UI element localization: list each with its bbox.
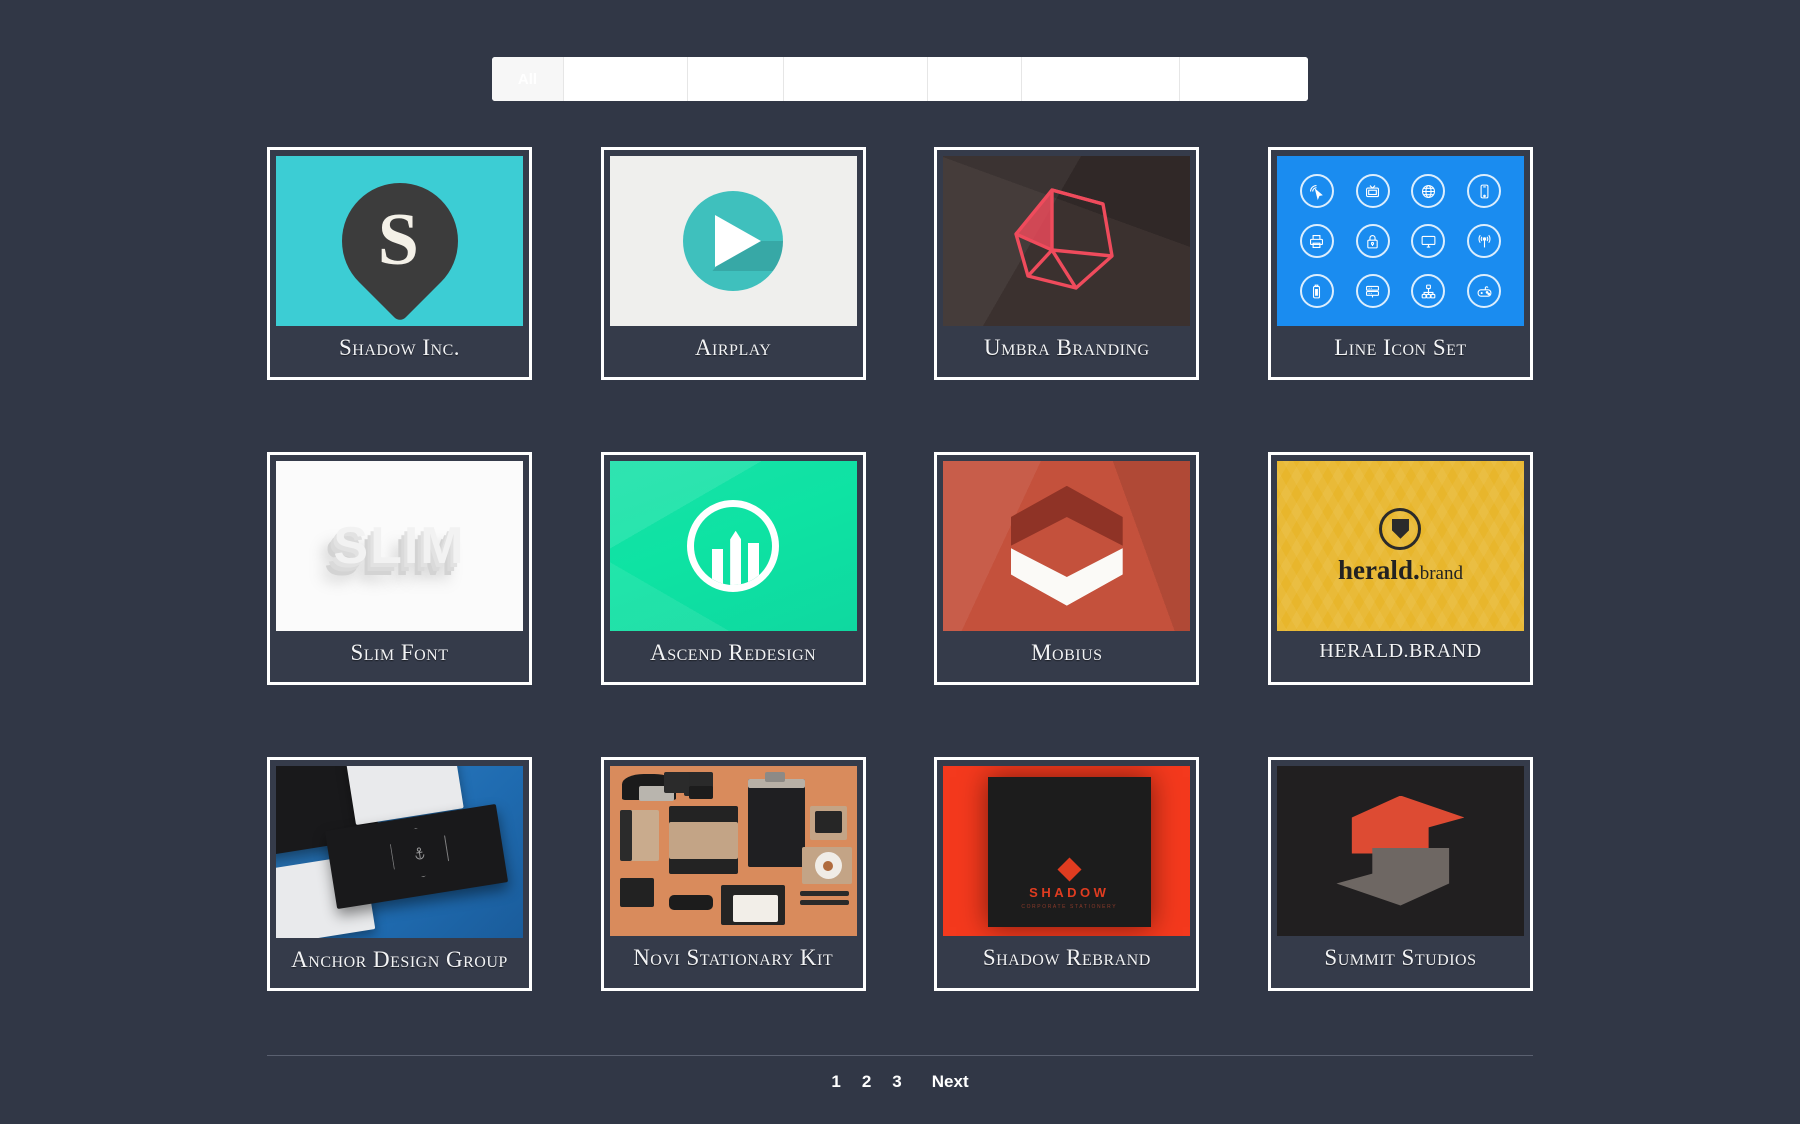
portfolio-card-title: Shadow Rebrand [982,944,1151,970]
portfolio-card-title: Ascend Redesign [650,639,817,665]
thumbnail-umbra-branding [943,156,1191,326]
pagination-page-3[interactable]: 3 [892,1072,901,1092]
portfolio-card-summit-studios[interactable]: Summit Studios [1267,756,1533,992]
filter-item-2[interactable] [564,57,688,101]
gamepad-icon [1467,274,1502,308]
monitor-icon [1411,224,1446,258]
ascend-logo [687,499,780,592]
cursor-click-icon [1299,174,1334,208]
filter-item-3[interactable] [688,57,784,101]
book-brand-name: SHADOW [1029,885,1110,901]
shield-icon [1379,507,1422,550]
portfolio-card-title: Shadow Inc. [339,335,460,360]
filter-label: All [517,70,538,88]
pagination[interactable]: 1 2 3 Next [0,1072,1800,1092]
portfolio-card-title: HERALD.BRAND [1319,639,1482,662]
thumbnail-novi-stationary-kit [609,765,857,936]
thumbnail-line-icon-set [1276,156,1524,326]
portfolio-card-title: Mobius [1031,639,1103,665]
printer-icon [1299,224,1334,258]
portfolio-row: SLIM Slim Font Ascend Redesign Mobius he… [267,451,1533,685]
pagination-divider [267,1055,1533,1056]
filter-item-7[interactable] [1180,57,1308,101]
filter-item-6[interactable] [1022,57,1180,101]
portfolio-card-shadow-inc[interactable]: S Shadow Inc. [267,147,532,380]
shadow-logo-letter: S [377,198,419,281]
filter-item-4[interactable] [784,57,928,101]
portfolio-row: Anchor Design Group Novi Stationary Kit … [267,756,1533,992]
paper-plane-icon [683,191,784,291]
portfolio-grid: S Shadow Inc. Airplay Umbra Branding Lin… [267,147,1533,992]
filter-item-all[interactable]: All [492,57,564,101]
lock-icon [1355,224,1390,258]
herald-word-light: brand [1419,562,1463,584]
pagination-next[interactable]: Next [932,1072,969,1092]
mobius-logo [1010,485,1123,606]
portfolio-page: All S Shadow Inc. Airplay Umbra Branding… [0,0,1800,1124]
portfolio-card-title: Slim Font [350,639,449,665]
portfolio-card-mobius[interactable]: Mobius [934,451,1200,685]
thumbnail-herald-brand: herald.brand [1276,460,1524,631]
portfolio-card-title: Line Icon Set [1334,335,1467,360]
pagination-page-1[interactable]: 1 [831,1072,840,1092]
book-cover: SHADOW CORPORATE STATIONERY [987,777,1151,927]
polyhedron-icon [1014,188,1114,290]
wifi-signal-icon [1467,224,1502,258]
thumbnail-airplay [609,156,857,326]
thumbnail-summit-studios [1276,765,1524,936]
server-icon [1355,274,1390,308]
thumbnail-ascend-redesign [609,460,857,631]
anchor-hex-logo [388,824,451,882]
filter-bar[interactable]: All [492,57,1308,101]
portfolio-card-title: Umbra Branding [984,335,1150,360]
thumbnail-shadow-inc: S [276,156,523,326]
globe-icon [1411,174,1446,208]
portfolio-card-umbra-branding[interactable]: Umbra Branding [934,147,1200,380]
herald-wordmark: herald.brand [1337,554,1463,585]
smartphone-icon [1467,174,1502,208]
thumbnail-mobius [943,460,1191,631]
shadow-diamond-icon [1057,857,1082,882]
thumbnail-anchor-design-group [276,765,523,938]
thumbnail-shadow-rebrand: SHADOW CORPORATE STATIONERY [943,765,1191,936]
portfolio-card-title: Novi Stationary Kit [633,944,834,970]
portfolio-card-line-icon-set[interactable]: Line Icon Set [1267,147,1533,380]
summit-s-logo [1336,795,1465,906]
portfolio-card-anchor-design-group[interactable]: Anchor Design Group [267,756,532,992]
herald-word-bold: herald. [1337,554,1420,585]
sitemap-icon [1411,274,1446,308]
slim-display-text: SLIM [333,516,466,575]
shadow-s-logo: S [317,158,482,324]
portfolio-card-ascend-redesign[interactable]: Ascend Redesign [600,451,866,685]
portfolio-row: S Shadow Inc. Airplay Umbra Branding Lin… [267,147,1533,380]
portfolio-card-title: Summit Studios [1324,944,1477,970]
portfolio-card-novi-stationary-kit[interactable]: Novi Stationary Kit [600,756,866,992]
filter-item-5[interactable] [928,57,1022,101]
thumbnail-slim-font: SLIM [276,460,523,631]
portfolio-card-title: Airplay [694,335,772,360]
pagination-page-2[interactable]: 2 [862,1072,871,1092]
portfolio-card-herald-brand[interactable]: herald.brand HERALD.BRAND [1267,451,1533,685]
portfolio-card-slim-font[interactable]: SLIM Slim Font [267,451,532,685]
portfolio-card-shadow-rebrand[interactable]: SHADOW CORPORATE STATIONERY Shadow Rebra… [934,756,1200,992]
portfolio-card-title: Anchor Design Group [291,946,508,972]
portfolio-card-airplay[interactable]: Airplay [600,147,866,380]
battery-icon [1299,274,1334,308]
book-brand-subtitle: CORPORATE STATIONERY [1021,904,1118,911]
television-icon [1355,174,1390,208]
